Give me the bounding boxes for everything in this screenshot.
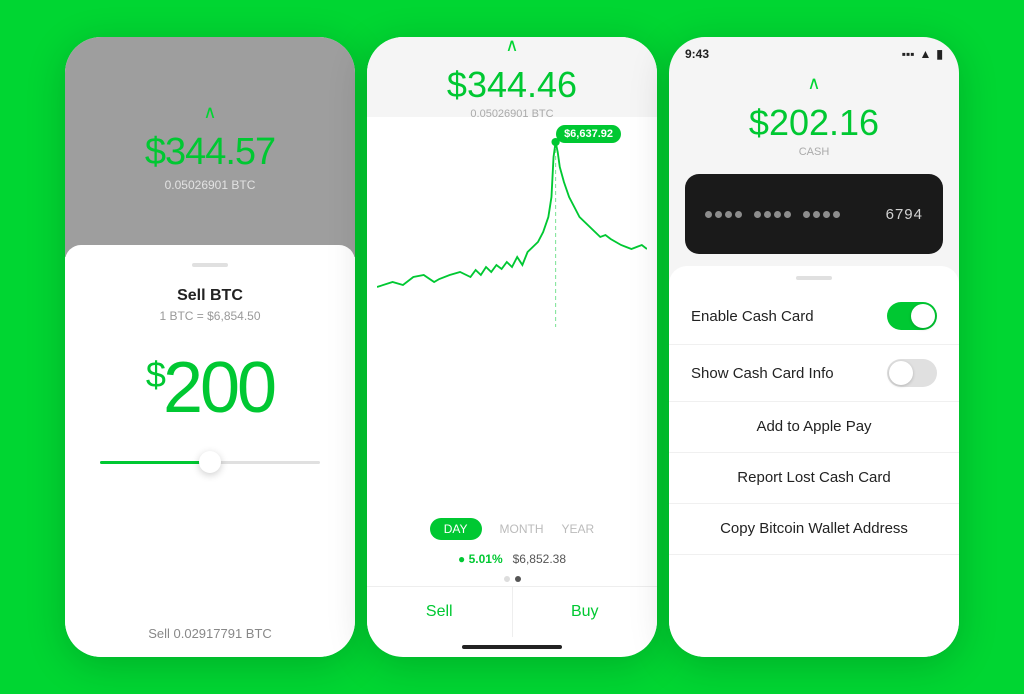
tab-month[interactable]: MONTH [500, 522, 544, 536]
sell-title: Sell BTC [177, 287, 243, 305]
chart-tabs: DAY MONTH YEAR [367, 510, 657, 548]
action-sheet: Enable Cash Card Show Cash Card Info Add… [669, 266, 959, 657]
sheet-handle [796, 276, 832, 280]
add-to-apple-pay-row[interactable]: Add to Apple Pay [669, 402, 959, 453]
drag-handle [192, 263, 228, 267]
card-last-four: 6794 [886, 206, 923, 223]
card-number-dots [705, 211, 840, 218]
dot [754, 211, 761, 218]
dot [823, 211, 830, 218]
chart-page-dots [367, 572, 657, 586]
chevron-up-icon: ∧ [203, 102, 216, 123]
sell-panel: Sell BTC 1 BTC = $6,854.50 $200 Sell 0.0… [65, 245, 355, 657]
dot [803, 211, 810, 218]
toggle-thumb [911, 304, 935, 328]
cash-card: 6794 [685, 174, 943, 254]
sell-button[interactable]: Sell [367, 587, 513, 637]
status-icons: ▪▪▪ ▲ ▮ [902, 47, 943, 61]
phone3-header: ∧ $202.16 CASH [669, 65, 959, 174]
chart-pct: ● 5.01% [458, 552, 503, 566]
dot [784, 211, 791, 218]
chart-tooltip: $6,637.92 [556, 125, 621, 143]
dot [813, 211, 820, 218]
tab-day[interactable]: DAY [430, 518, 482, 540]
dot [715, 211, 722, 218]
sell-btc-label: Sell 0.02917791 BTC [148, 626, 272, 641]
phone-cash-card: 9:43 ▪▪▪ ▲ ▮ ∧ $202.16 CASH [669, 37, 959, 657]
copy-bitcoin-row[interactable]: Copy Bitcoin Wallet Address [669, 504, 959, 555]
buy-button[interactable]: Buy [513, 587, 658, 637]
dot [725, 211, 732, 218]
dot [735, 211, 742, 218]
cash-amount: $202.16 [749, 102, 879, 144]
btc-price: $344.57 [145, 131, 275, 174]
btc-amount-sub: 0.05026901 BTC [165, 178, 256, 192]
btc-value: $344.46 [447, 64, 577, 106]
chart-svg [367, 127, 657, 510]
toggle-thumb2 [889, 361, 913, 385]
sell-rate: 1 BTC = $6,854.50 [159, 309, 260, 323]
signal-icon: ▪▪▪ [902, 47, 915, 61]
wifi-icon: ▲ [920, 47, 932, 61]
cash-sub: CASH [799, 146, 830, 158]
show-cash-card-toggle[interactable] [887, 359, 937, 387]
phone2-header: ∧ $344.46 0.05026901 BTC [367, 37, 657, 117]
dot-group-1 [705, 211, 742, 218]
chart-stat: ● 5.01% $6,852.38 [367, 548, 657, 572]
chart-dot-1 [504, 576, 510, 582]
status-bar: 9:43 ▪▪▪ ▲ ▮ [669, 37, 959, 65]
show-cash-card-info-row[interactable]: Show Cash Card Info [669, 345, 959, 402]
report-lost-label: Report Lost Cash Card [737, 469, 890, 486]
add-to-apple-pay-label: Add to Apple Pay [756, 418, 871, 435]
dot-group-2 [754, 211, 791, 218]
amount-slider[interactable] [100, 461, 320, 464]
tab-year[interactable]: YEAR [562, 522, 595, 536]
enable-cash-card-label: Enable Cash Card [691, 308, 814, 325]
home-bar-line [462, 645, 562, 649]
battery-icon: ▮ [936, 47, 943, 61]
dot [705, 211, 712, 218]
chart-area: $6,637.92 DAY MONTH YEAR [367, 117, 657, 657]
phone1-header: ∧ $344.57 0.05026901 BTC [65, 37, 355, 257]
sell-amount: $200 [146, 347, 274, 429]
show-cash-card-info-label: Show Cash Card Info [691, 365, 834, 382]
dot [774, 211, 781, 218]
status-time: 9:43 [685, 47, 709, 61]
home-bar [367, 637, 657, 657]
slider-thumb[interactable] [199, 451, 221, 473]
copy-bitcoin-label: Copy Bitcoin Wallet Address [720, 520, 908, 537]
phone-btc-chart: ∧ $344.46 0.05026901 BTC $6,637.92 [367, 37, 657, 657]
phone-sell-btc: ∧ $344.57 0.05026901 BTC Sell BTC 1 BTC … [65, 37, 355, 657]
chart-dot-2 [515, 576, 521, 582]
chevron-up-icon2: ∧ [505, 37, 518, 56]
enable-cash-card-row[interactable]: Enable Cash Card [669, 288, 959, 345]
slider-fill [100, 461, 210, 464]
chevron-up-icon3: ∧ [807, 73, 820, 94]
enable-cash-card-toggle[interactable] [887, 302, 937, 330]
dot [764, 211, 771, 218]
report-lost-row[interactable]: Report Lost Cash Card [669, 453, 959, 504]
dot-group-3 [803, 211, 840, 218]
chart-actions: Sell Buy [367, 586, 657, 637]
chart-val: $6,852.38 [513, 552, 566, 566]
dot [833, 211, 840, 218]
